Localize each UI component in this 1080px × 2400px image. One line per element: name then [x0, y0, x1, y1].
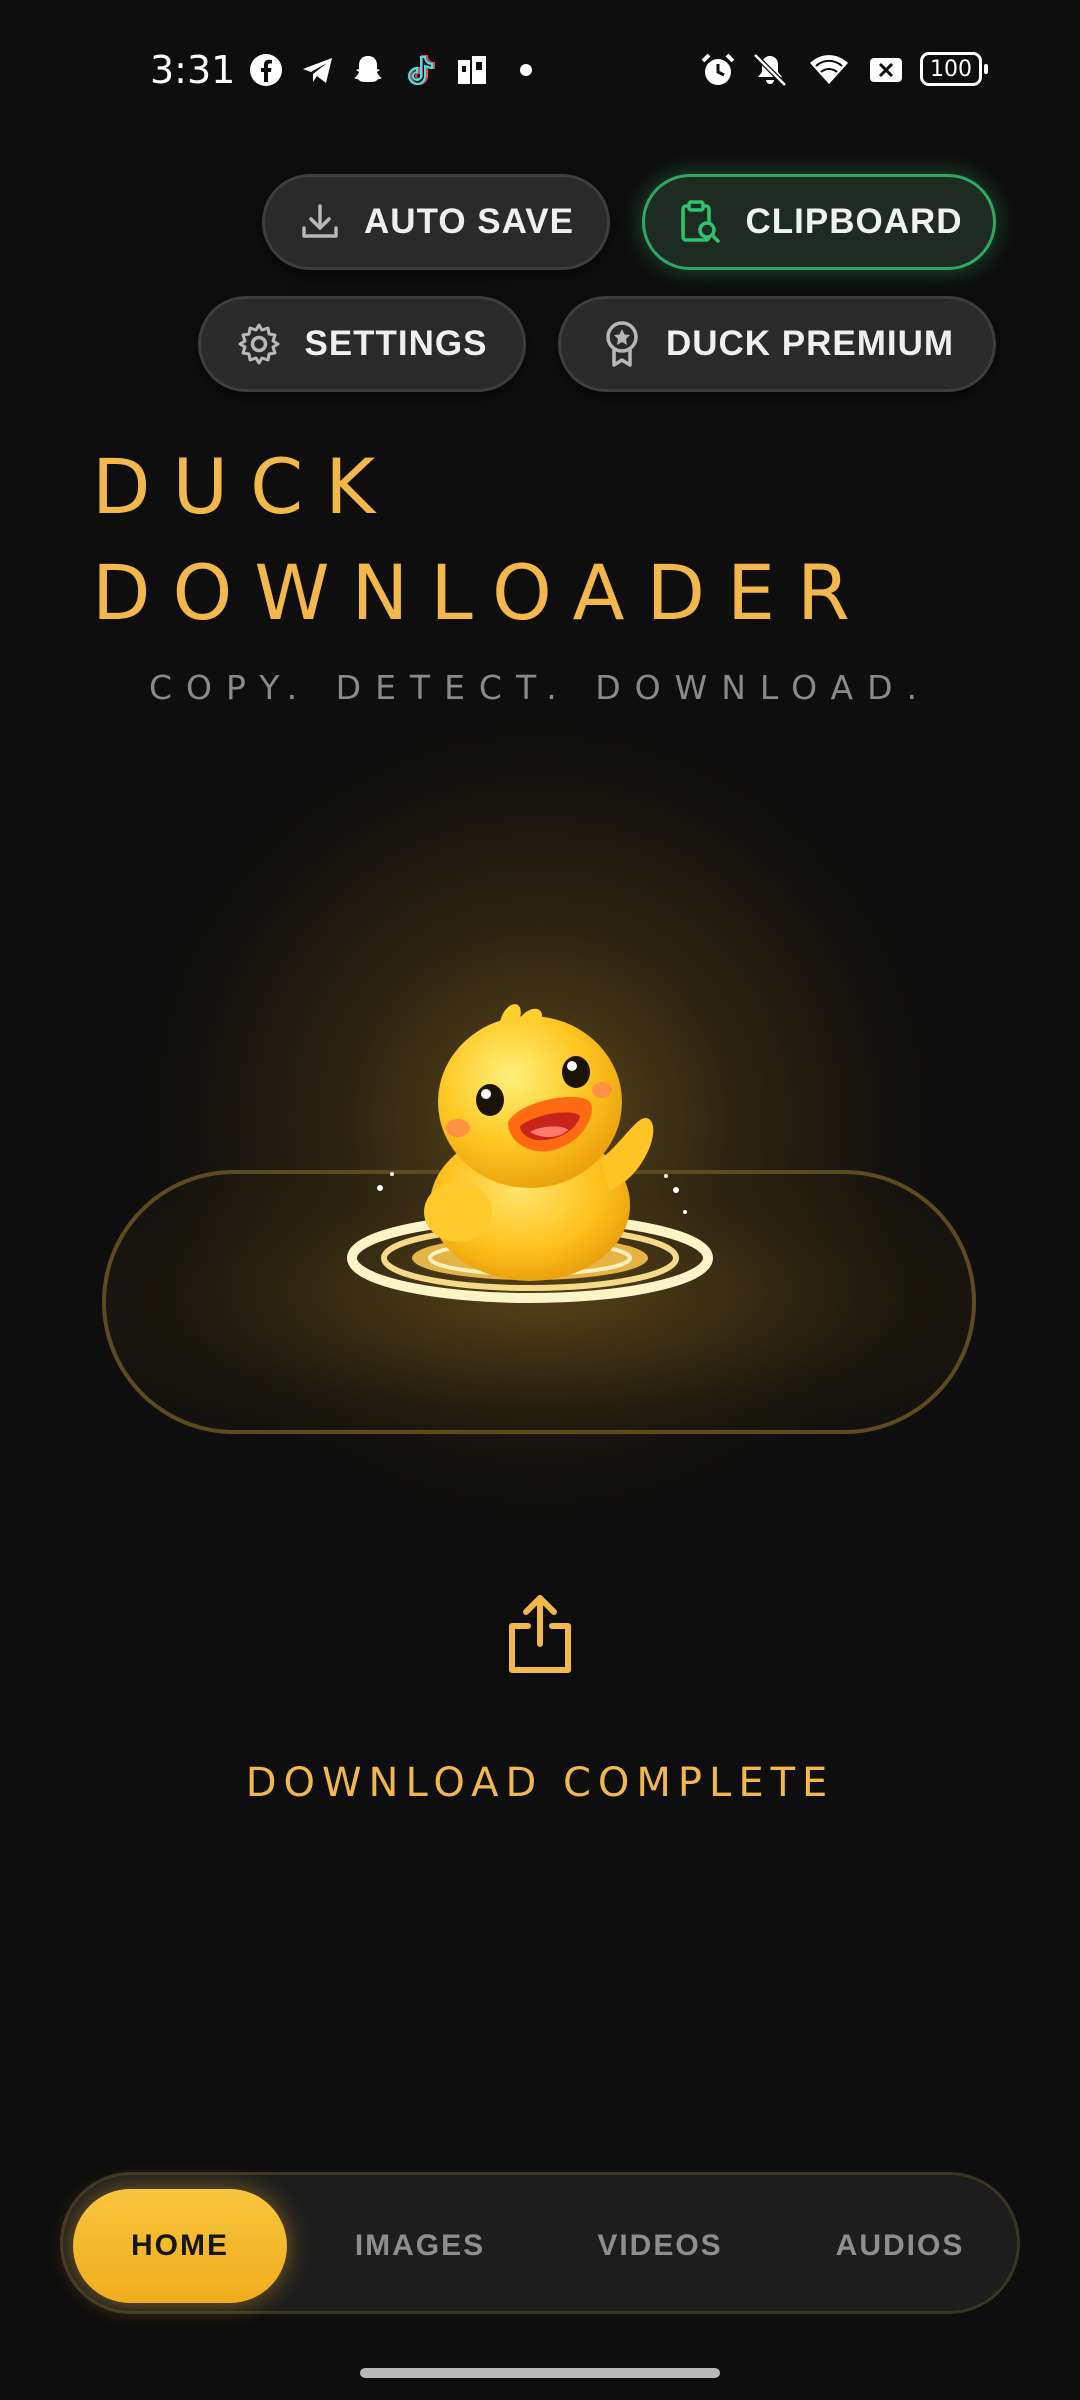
- nav-videos-label: VIDEOS: [597, 2229, 723, 2262]
- nav-audios[interactable]: AUDIOS: [793, 2189, 1007, 2303]
- battery-icon: 100: [920, 52, 988, 86]
- tiktok-icon: [408, 55, 435, 85]
- app-title-line1: DUCK: [92, 442, 398, 531]
- tagline: COPY. DETECT. DOWNLOAD.: [149, 668, 931, 707]
- clipboard-search-icon: [681, 200, 721, 243]
- status-bar: 3:31 100: [0, 0, 1080, 140]
- nav-home[interactable]: HOME: [73, 2189, 287, 2303]
- download-status: DOWNLOAD COMPLETE: [245, 1760, 835, 1806]
- nav-images-label: IMAGES: [354, 2229, 486, 2262]
- auto-save-label: AUTO SAVE: [364, 202, 574, 241]
- app-icon: [458, 56, 486, 84]
- duck-premium-button[interactable]: DUCK PREMIUM: [558, 296, 996, 392]
- gear-icon: [238, 323, 280, 365]
- settings-button[interactable]: SETTINGS: [198, 296, 526, 392]
- clipboard-label: CLIPBOARD: [745, 202, 963, 241]
- mute-icon: [753, 53, 787, 87]
- nav-videos[interactable]: VIDEOS: [553, 2189, 767, 2303]
- bottom-nav: HOME IMAGES VIDEOS AUDIOS: [60, 2172, 1020, 2314]
- dot-icon: [520, 64, 532, 76]
- nav-images[interactable]: IMAGES: [313, 2189, 527, 2303]
- wifi-icon: [810, 55, 848, 84]
- status-time: 3:31: [150, 48, 236, 92]
- app-title-line2: DOWNLOADER: [92, 548, 872, 637]
- alarm-icon: [701, 53, 735, 85]
- facebook-icon: [250, 54, 282, 86]
- award-badge-icon: [606, 321, 638, 367]
- settings-label: SETTINGS: [304, 324, 488, 363]
- clipboard-button[interactable]: CLIPBOARD: [642, 174, 996, 270]
- duck-premium-label: DUCK PREMIUM: [665, 324, 955, 363]
- share-icon[interactable]: [506, 1592, 574, 1676]
- download-icon: [302, 204, 338, 238]
- duck-mascot[interactable]: [340, 990, 720, 1320]
- nav-audios-label: AUDIOS: [835, 2229, 965, 2262]
- snapchat-icon: [354, 56, 382, 82]
- telegram-icon: [303, 58, 332, 83]
- nav-home-label: HOME: [131, 2229, 229, 2262]
- sim-off-icon: [870, 58, 902, 82]
- battery-level: 100: [930, 56, 972, 82]
- auto-save-button[interactable]: AUTO SAVE: [262, 174, 610, 270]
- home-indicator[interactable]: [360, 2368, 720, 2378]
